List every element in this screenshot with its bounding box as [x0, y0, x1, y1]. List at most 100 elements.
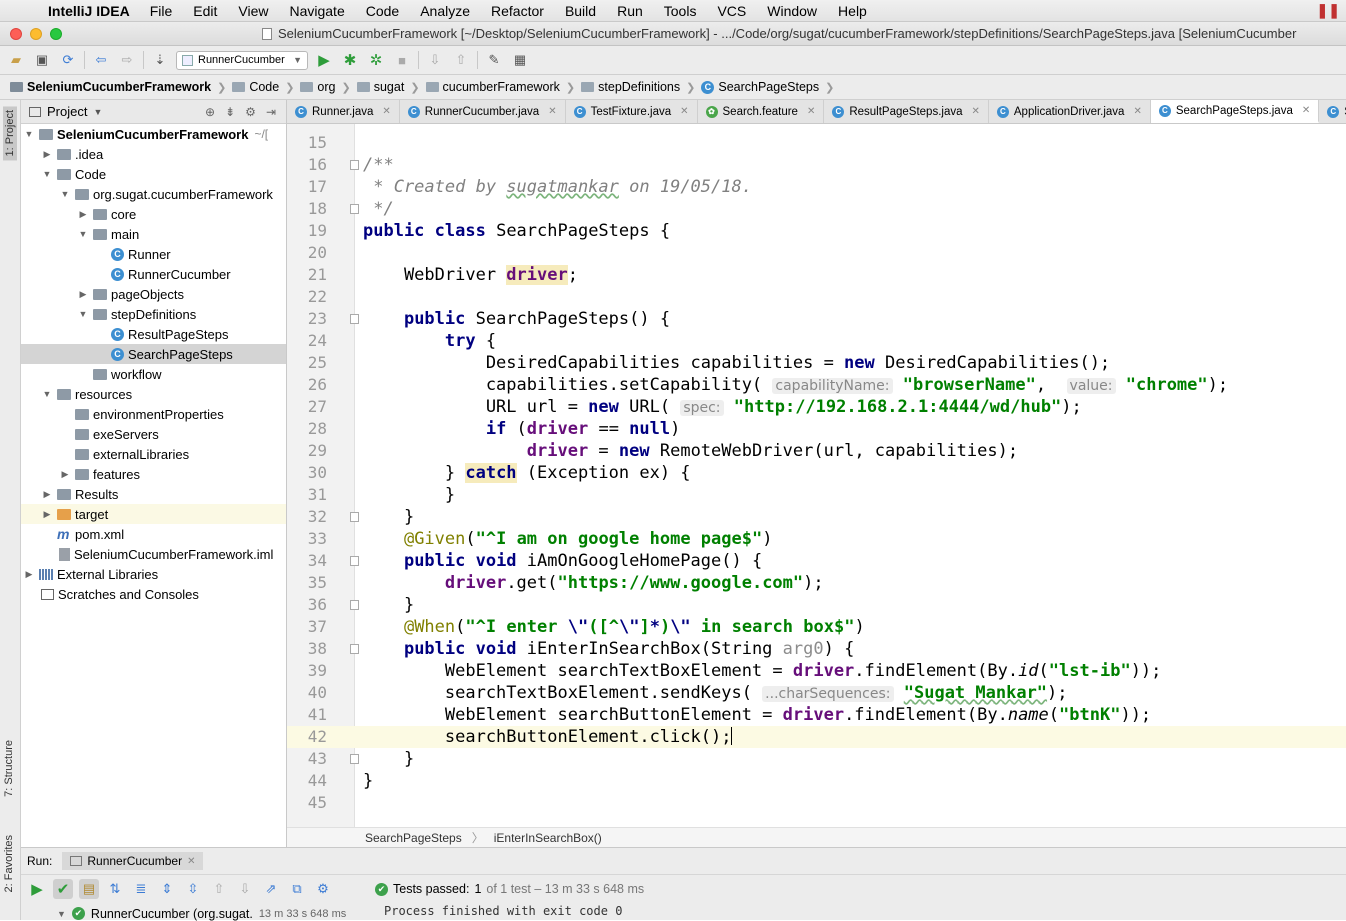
- tree-node-pageobjects[interactable]: ▶ pageObjects: [21, 284, 286, 304]
- pause-status-icon[interactable]: ❚❚: [1317, 2, 1340, 19]
- coverage-icon[interactable]: ✲: [366, 50, 386, 70]
- tree-node-runnercucumber[interactable]: C RunnerCucumber: [21, 264, 286, 284]
- fold-marker-icon[interactable]: [350, 600, 359, 610]
- code-line[interactable]: 34 public void iAmOnGoogleHomePage() {: [287, 550, 1346, 572]
- code-line[interactable]: 22: [287, 286, 1346, 308]
- tree-node-environmentproperties[interactable]: environmentProperties: [21, 404, 286, 424]
- export-icon[interactable]: ⇗: [261, 879, 281, 899]
- tab-overflow[interactable]: CSe: [1319, 100, 1346, 123]
- forward-icon[interactable]: ⇨: [117, 50, 137, 70]
- crumb-searchpagesteps[interactable]: C SearchPageSteps: [701, 80, 819, 94]
- code-line[interactable]: 36 }: [287, 594, 1346, 616]
- gear-icon[interactable]: ⚙: [245, 105, 256, 119]
- vcs-commit-icon[interactable]: ⇧: [451, 50, 471, 70]
- code-line[interactable]: 39 WebElement searchTextBoxElement = dri…: [287, 660, 1346, 682]
- menu-file[interactable]: File: [150, 3, 173, 19]
- code-line[interactable]: 15: [287, 132, 1346, 154]
- collapse-icon[interactable]: ⇟: [225, 105, 235, 119]
- tree-node-resultpagesteps[interactable]: C ResultPageSteps: [21, 324, 286, 344]
- code-line[interactable]: 44}: [287, 770, 1346, 792]
- expand-arrow-icon[interactable]: ▼: [77, 309, 89, 319]
- fold-marker-icon[interactable]: [350, 314, 359, 324]
- code-line[interactable]: 30 } catch (Exception ex) {: [287, 462, 1346, 484]
- zoom-window-button[interactable]: [50, 27, 62, 40]
- tab-resultpagesteps-java[interactable]: C ResultPageSteps.java ✕: [824, 100, 989, 123]
- import-history-icon[interactable]: ⧉: [287, 879, 307, 899]
- tree-node-project-root[interactable]: ▼ SeleniumCucumberFramework ~/[: [21, 124, 286, 144]
- code-line[interactable]: 18 */: [287, 198, 1346, 220]
- close-icon[interactable]: ✕: [548, 106, 556, 117]
- expand-arrow-icon[interactable]: ▼: [41, 169, 53, 179]
- expand-arrow-icon[interactable]: ▼: [59, 189, 71, 199]
- previous-failed-icon[interactable]: ⇧: [209, 879, 229, 899]
- crumb-code[interactable]: Code: [232, 80, 279, 94]
- project-structure-icon[interactable]: ▦: [510, 50, 530, 70]
- tree-node-workflow[interactable]: workflow: [21, 364, 286, 384]
- code-line[interactable]: 17 * Created by sugatmankar on 19/05/18.: [287, 176, 1346, 198]
- tree-node-stepdefinitions[interactable]: ▼ stepDefinitions: [21, 304, 286, 324]
- tree-node-runner[interactable]: C Runner: [21, 244, 286, 264]
- code-line[interactable]: 38 public void iEnterInSearchBox(String …: [287, 638, 1346, 660]
- tree-node-external-libraries[interactable]: ▶ External Libraries: [21, 564, 286, 584]
- current-code-line[interactable]: 42 searchButtonElement.click();: [287, 726, 1346, 748]
- code-line[interactable]: 33 @Given("^I am on google home page$"): [287, 528, 1346, 550]
- code-line[interactable]: 41 WebElement searchButtonElement = driv…: [287, 704, 1346, 726]
- menu-vcs[interactable]: VCS: [717, 3, 746, 19]
- fold-marker-icon[interactable]: [350, 512, 359, 522]
- collapsed-arrow-icon[interactable]: ▶: [41, 509, 53, 520]
- code-line[interactable]: 23 public SearchPageSteps() {: [287, 308, 1346, 330]
- crumb-project[interactable]: SeleniumCucumberFramework: [10, 80, 211, 94]
- run-tab[interactable]: RunnerCucumber ✕: [62, 852, 204, 870]
- collapsed-arrow-icon[interactable]: ▶: [77, 289, 89, 300]
- tree-node-code[interactable]: ▼ Code: [21, 164, 286, 184]
- code-line[interactable]: 43 }: [287, 748, 1346, 770]
- code-line[interactable]: 20: [287, 242, 1346, 264]
- code-line[interactable]: 45: [287, 792, 1346, 814]
- tab-search-feature[interactable]: ✿ Search.feature ✕: [698, 100, 825, 123]
- vcs-update-icon[interactable]: ⇩: [425, 50, 445, 70]
- structure-tool-tab[interactable]: 7: Structure: [3, 740, 15, 797]
- rerun-icon[interactable]: ▶: [27, 879, 47, 899]
- tree-node-iml[interactable]: SeleniumCucumberFramework.iml: [21, 544, 286, 564]
- crumb-org[interactable]: org: [300, 80, 336, 94]
- run-icon[interactable]: ▶: [314, 50, 334, 70]
- tree-node-externallibraries[interactable]: externalLibraries: [21, 444, 286, 464]
- hide-panel-icon[interactable]: ⇥: [266, 105, 276, 119]
- save-all-icon[interactable]: ▣: [32, 50, 52, 70]
- code-line[interactable]: 21 WebDriver driver;: [287, 264, 1346, 286]
- collapsed-arrow-icon[interactable]: ▶: [77, 209, 89, 220]
- tree-node-core[interactable]: ▶ core: [21, 204, 286, 224]
- show-ignored-icon[interactable]: ▤: [79, 879, 99, 899]
- menu-build[interactable]: Build: [565, 3, 596, 19]
- stop-icon[interactable]: ■: [392, 50, 412, 70]
- editor-crumb-method[interactable]: iEnterInSearchBox(): [494, 831, 602, 845]
- editor-crumb-class[interactable]: SearchPageSteps: [365, 831, 462, 845]
- gear-icon[interactable]: ⚙: [313, 879, 333, 899]
- code-line[interactable]: 27 URL url = new URL( spec: "http://192.…: [287, 396, 1346, 418]
- code-line[interactable]: 26 capabilities.setCapability( capabilit…: [287, 374, 1346, 396]
- project-tool-tab[interactable]: 1: Project: [3, 106, 17, 161]
- settings-wrench-icon[interactable]: ✎: [484, 50, 504, 70]
- collapse-all-icon[interactable]: ⇳: [183, 879, 203, 899]
- collapsed-arrow-icon[interactable]: ▶: [41, 149, 53, 160]
- console-output[interactable]: Process finished with exit code 0: [384, 904, 622, 918]
- back-icon[interactable]: ⇦: [91, 50, 111, 70]
- code-line[interactable]: 29 driver = new RemoteWebDriver(url, cap…: [287, 440, 1346, 462]
- menu-analyze[interactable]: Analyze: [420, 3, 470, 19]
- close-icon[interactable]: ✕: [680, 106, 688, 117]
- collapsed-arrow-icon[interactable]: ▶: [59, 469, 71, 480]
- menu-refactor[interactable]: Refactor: [491, 3, 544, 19]
- fold-marker-icon[interactable]: [350, 160, 359, 170]
- code-line[interactable]: 24 try {: [287, 330, 1346, 352]
- menu-edit[interactable]: Edit: [193, 3, 217, 19]
- close-icon[interactable]: ✕: [382, 106, 390, 117]
- locate-target-icon[interactable]: ⊕: [205, 105, 215, 119]
- fold-marker-icon[interactable]: [350, 754, 359, 764]
- chevron-down-icon[interactable]: ▼: [93, 107, 102, 117]
- tree-node-target[interactable]: ▶ target: [21, 504, 286, 524]
- code-line[interactable]: 35 driver.get("https://www.google.com");: [287, 572, 1346, 594]
- expand-arrow-icon[interactable]: ▼: [77, 229, 89, 239]
- tree-node-scratches[interactable]: Scratches and Consoles: [21, 584, 286, 604]
- fold-marker-icon[interactable]: [350, 556, 359, 566]
- next-failed-icon[interactable]: ⇩: [235, 879, 255, 899]
